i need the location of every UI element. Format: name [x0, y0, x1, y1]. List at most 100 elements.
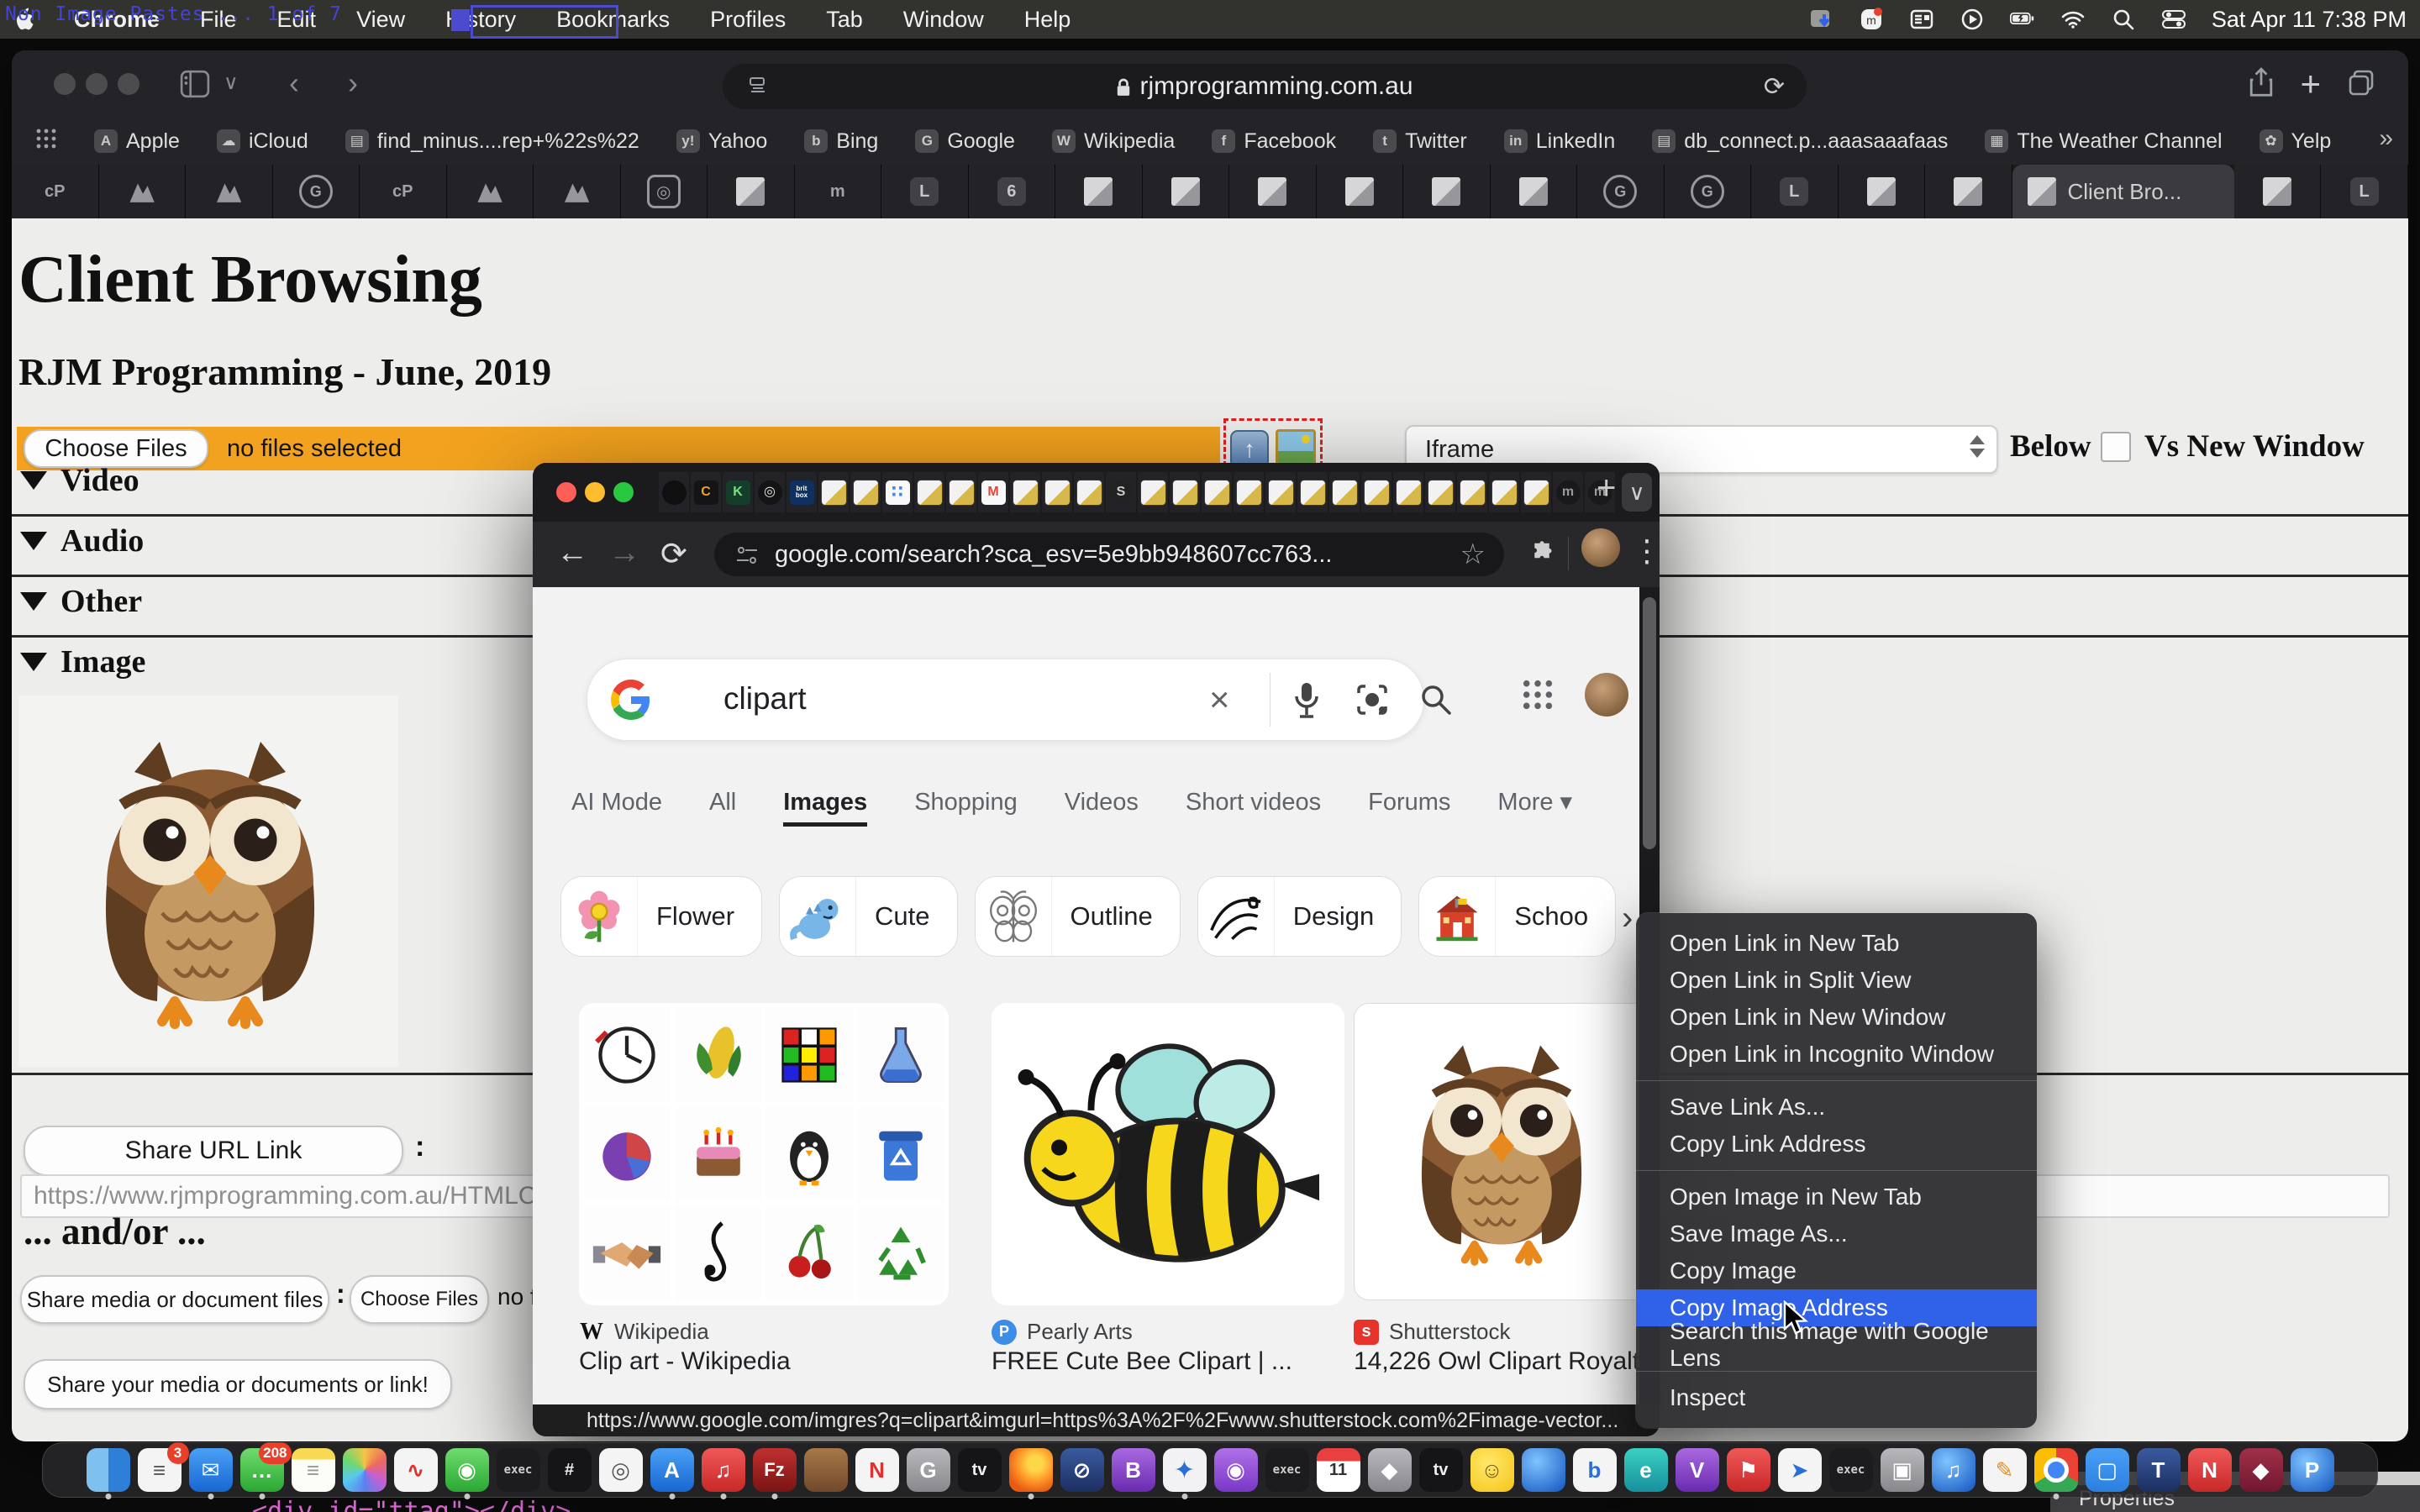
browser-tab[interactable]: ∷: [882, 472, 913, 512]
browser-tab[interactable]: [1361, 472, 1392, 512]
browser-tab[interactable]: [99, 165, 187, 218]
dock-app-icon[interactable]: ◉: [445, 1448, 489, 1492]
browser-tab[interactable]: [1010, 472, 1040, 512]
browser-tab[interactable]: [1403, 165, 1491, 218]
google-lens-icon[interactable]: [1354, 681, 1391, 722]
section-audio[interactable]: Audio: [20, 522, 144, 559]
bookmark-item[interactable]: y! Yahoo: [676, 129, 767, 154]
sidebar-toggle-icon[interactable]: [180, 69, 210, 103]
dock-app-icon[interactable]: N: [2188, 1448, 2232, 1492]
dock-app-icon[interactable]: ✦: [1163, 1448, 1207, 1492]
browser-tab[interactable]: [1074, 472, 1104, 512]
browser-tab[interactable]: [534, 165, 621, 218]
tab-overview-icon[interactable]: [2348, 69, 2375, 100]
bookmark-item[interactable]: A Apple: [94, 129, 180, 154]
play-circle-icon[interactable]: [1960, 7, 1985, 32]
browser-tab[interactable]: G: [1577, 165, 1665, 218]
chips-more-chevron[interactable]: ›: [1622, 900, 1633, 937]
bookmark-star-icon[interactable]: ☆: [1460, 538, 1486, 571]
browser-tab[interactable]: [1202, 472, 1232, 512]
dock-app-icon[interactable]: [87, 1448, 130, 1492]
browser-tab[interactable]: [447, 165, 534, 218]
dock-app-icon[interactable]: tv: [958, 1448, 1002, 1492]
menu-bar-item[interactable]: Window: [883, 7, 1004, 33]
bookmark-item[interactable]: W Wikipedia: [1052, 129, 1175, 154]
context-menu-item[interactable]: Save Image As...: [1636, 1215, 2037, 1252]
browser-tab[interactable]: [1265, 472, 1296, 512]
result-source[interactable]: W Wikipedia: [579, 1319, 709, 1345]
dock-app-icon[interactable]: ♫: [702, 1448, 745, 1492]
context-menu-item[interactable]: Save Link As...: [1636, 1089, 2037, 1126]
browser-tab[interactable]: [914, 472, 944, 512]
dock-app-icon[interactable]: ✎: [1983, 1448, 2027, 1492]
dock-app-icon[interactable]: ➤: [1778, 1448, 1822, 1492]
browser-tab[interactable]: 6: [969, 165, 1056, 218]
browser-tab[interactable]: cP: [12, 165, 99, 218]
dock-app-icon[interactable]: G: [907, 1448, 950, 1492]
context-menu-item[interactable]: [1636, 1080, 2037, 1081]
browser-tab[interactable]: [818, 472, 849, 512]
dock-app-icon[interactable]: ⊘: [1060, 1448, 1104, 1492]
browser-tab[interactable]: [1329, 472, 1360, 512]
choose-files-button-2[interactable]: Choose Files: [350, 1275, 489, 1324]
bookmark-item[interactable]: ☁ iCloud: [217, 129, 308, 154]
browser-tab[interactable]: cP: [360, 165, 447, 218]
window-list-icon[interactable]: [1909, 7, 1934, 32]
browser-tab[interactable]: ◎: [755, 472, 785, 512]
profile-avatar[interactable]: [1581, 528, 1620, 567]
browser-tab[interactable]: [708, 165, 795, 218]
related-search-chip[interactable]: Cute: [779, 876, 957, 957]
browser-tab[interactable]: K: [723, 472, 753, 512]
browser-tab[interactable]: [1491, 165, 1578, 218]
bookmark-item[interactable]: f Facebook: [1212, 129, 1336, 154]
menu-bar-clock[interactable]: Sat Apr 11 7:38 PM: [2212, 7, 2407, 33]
search-query-text[interactable]: clipart: [723, 681, 807, 717]
browser-tab[interactable]: [1229, 165, 1317, 218]
dock-app-icon[interactable]: Fz: [753, 1448, 797, 1492]
reload-icon[interactable]: ⟳: [660, 535, 687, 573]
browser-tab[interactable]: [946, 472, 976, 512]
dock-app-icon[interactable]: ☺: [1470, 1448, 1514, 1492]
dock-app-icon[interactable]: ≡: [292, 1448, 335, 1492]
spotlight-search-icon[interactable]: [2111, 7, 2136, 32]
browser-tab[interactable]: [1143, 165, 1230, 218]
bookmark-item[interactable]: in LinkedIn: [1504, 129, 1616, 154]
result-bee-image[interactable]: [992, 1003, 1344, 1305]
context-menu-item[interactable]: Open Link in New Tab: [1636, 925, 2037, 962]
voice-search-icon[interactable]: [1292, 680, 1322, 724]
wifi-icon[interactable]: [2060, 7, 2086, 32]
result-source[interactable]: s Shutterstock: [1354, 1319, 1511, 1345]
dock-app-icon[interactable]: ▣: [1881, 1448, 1924, 1492]
browser-tab[interactable]: m: [1553, 472, 1583, 512]
dock-app-icon[interactable]: #: [548, 1448, 592, 1492]
dock-app-icon[interactable]: b: [1573, 1448, 1617, 1492]
browser-tab[interactable]: [1489, 472, 1519, 512]
browser-tab[interactable]: [1457, 472, 1487, 512]
dock-app-icon[interactable]: [1009, 1448, 1053, 1492]
battery-icon[interactable]: [2010, 7, 2035, 32]
browser-tab[interactable]: m: [795, 165, 882, 218]
dock-app-icon[interactable]: [1522, 1448, 1565, 1492]
browser-tab[interactable]: L: [1751, 165, 1839, 218]
browser-tab[interactable]: brit box: [786, 472, 817, 512]
bookmark-item[interactable]: t Twitter: [1373, 129, 1467, 154]
google-apps-grid-icon[interactable]: [1521, 678, 1555, 716]
dock-app-icon[interactable]: ✉: [189, 1448, 233, 1492]
dock-app-icon[interactable]: tv: [1419, 1448, 1463, 1492]
menu-bar-item[interactable]: View: [336, 7, 425, 33]
bookmark-item[interactable]: ▤ find_minus....rep+%22s%22: [345, 129, 639, 154]
back-icon[interactable]: ←: [556, 535, 588, 571]
search-submit-icon[interactable]: [1418, 681, 1455, 722]
context-menu-item[interactable]: Copy Image: [1636, 1252, 2037, 1289]
new-tab-icon[interactable]: +: [2300, 64, 2321, 104]
browser-tab[interactable]: [1055, 165, 1143, 218]
outer-address-bar[interactable]: rjmprogramming.com.au ⟳: [723, 64, 1807, 109]
search-tab[interactable]: Images: [783, 789, 867, 827]
owl-clipart-image[interactable]: [18, 696, 398, 1067]
bookmark-item[interactable]: ▦ The Weather Channel: [1985, 129, 2222, 154]
related-search-chip[interactable]: Design: [1197, 876, 1402, 957]
browser-tab[interactable]: [659, 472, 689, 512]
dock-app-icon[interactable]: ◎: [599, 1448, 643, 1492]
result-image-collage[interactable]: [579, 1003, 949, 1305]
dock-app-icon[interactable]: T: [2137, 1448, 2181, 1492]
